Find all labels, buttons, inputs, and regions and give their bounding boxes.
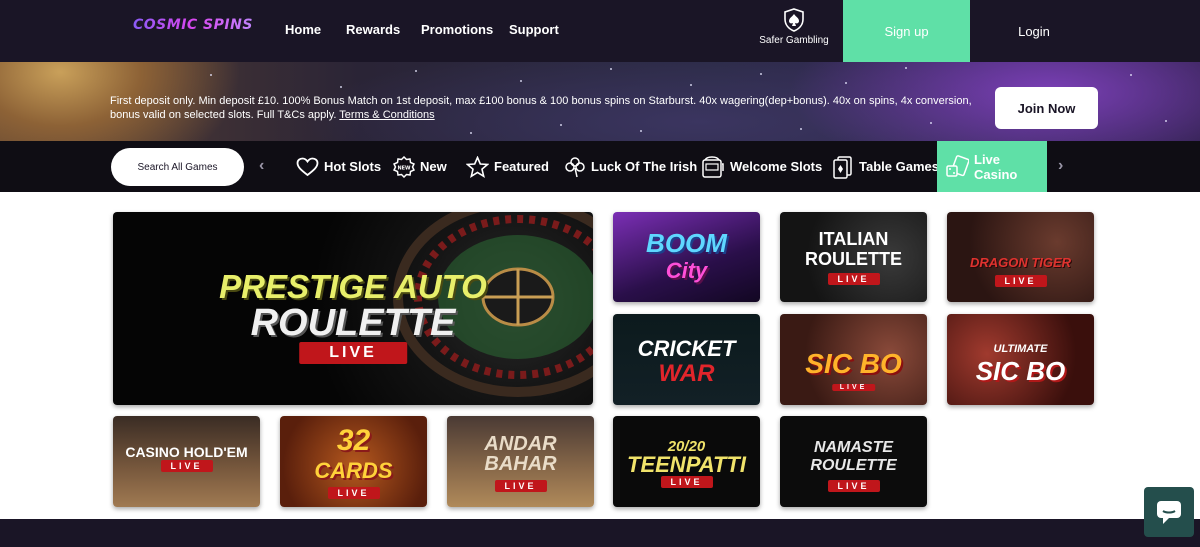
safer-gambling-label: Safer Gambling (759, 35, 829, 46)
category-hot-slots[interactable]: Hot Slots (296, 141, 381, 192)
category-new[interactable]: NEW New (393, 141, 447, 192)
game-subtitle: TEENPATTI (627, 452, 746, 477)
game-subtitle: ROULETTE (250, 302, 456, 344)
promo-terms-text: First deposit only. Min deposit £10. 100… (110, 94, 980, 122)
nav-rewards[interactable]: Rewards (346, 22, 400, 37)
game-subtitle: ROULETTE (810, 457, 897, 474)
game-title: CASINO HOLD'EM (125, 444, 248, 460)
game-tile-italian-roulette[interactable]: ITALIAN ROULETTE LIVE (780, 212, 927, 302)
nav-home[interactable]: Home (285, 22, 321, 37)
category-label: New (420, 159, 447, 174)
game-subtitle: WAR (658, 360, 715, 387)
chat-bubble-icon (1157, 501, 1181, 524)
chevron-right-icon[interactable]: › (1058, 157, 1063, 175)
heart-icon (296, 157, 319, 177)
category-table-games[interactable]: Table Games (832, 141, 939, 192)
star-icon (466, 155, 489, 178)
game-tile-ultimate-sic-bo[interactable]: ULTIMATE SIC BO (947, 314, 1094, 405)
game-subtitle: BAHAR (484, 453, 557, 475)
promo-text: First deposit only. Min deposit £10. 100… (110, 95, 972, 121)
live-badge: LIVE (827, 273, 880, 285)
game-tile-dragon-tiger[interactable]: DRAGON TIGER LIVE (947, 212, 1094, 302)
game-tile-2020-teenpatti[interactable]: 20/20 TEENPATTI LIVE (613, 416, 760, 507)
game-tile-casino-holdem[interactable]: CASINO HOLD'EM LIVE (113, 416, 260, 507)
join-now-button[interactable]: Join Now (995, 87, 1098, 129)
category-label: Featured (494, 159, 549, 174)
category-luck-of-the-irish[interactable]: Luck Of The Irish (564, 141, 697, 192)
new-badge-text: NEW (397, 165, 411, 171)
game-subtitle: City (665, 258, 708, 283)
live-badge: LIVE (494, 480, 547, 492)
game-subtitle: CARDS (314, 458, 393, 483)
game-title: BOOM (646, 228, 727, 258)
game-title: ITALIAN (818, 229, 889, 249)
safer-gambling-link[interactable]: Safer Gambling (755, 8, 833, 54)
category-live-casino[interactable]: Live Casino (937, 141, 1047, 192)
game-tile-sic-bo[interactable]: SIC BO LIVE (780, 314, 927, 405)
brand-logo[interactable]: COSMIC SPINS (133, 17, 253, 33)
chat-button[interactable] (1144, 487, 1194, 537)
category-label: Hot Slots (324, 159, 382, 174)
game-title: CRICKET (637, 336, 736, 361)
search-games-button[interactable]: Search All Games (111, 148, 244, 186)
game-subtitle: SIC BO (975, 356, 1066, 386)
site-header: COSMIC SPINS Home Rewards Promotions Sup… (0, 0, 1200, 62)
game-title: SIC BO (805, 348, 902, 379)
shield-spade-icon (784, 8, 804, 32)
category-featured[interactable]: Featured (466, 141, 549, 192)
slot-machine-icon (701, 155, 725, 179)
nav-support[interactable]: Support (509, 22, 559, 37)
promo-banner: First deposit only. Min deposit £10. 100… (0, 62, 1200, 141)
nav-promotions[interactable]: Promotions (421, 22, 493, 37)
login-button[interactable]: Login (1000, 0, 1068, 62)
terms-link[interactable]: Terms & Conditions (339, 109, 434, 121)
game-tile-32-cards[interactable]: 32 CARDS LIVE (280, 416, 427, 507)
game-title: ULTIMATE (993, 343, 1048, 355)
category-label: Live Casino (974, 151, 1018, 182)
chevron-left-icon[interactable]: ‹ (259, 157, 264, 175)
live-badge: LIVE (160, 460, 213, 472)
game-title: PRESTIGE AUTO (219, 268, 487, 305)
game-tile-prestige-auto-roulette[interactable]: PRESTIGE AUTO ROULETTE LIVE (113, 212, 593, 405)
game-tile-andar-bahar[interactable]: ANDAR BAHAR LIVE (447, 416, 594, 507)
game-title: NAMASTE (813, 439, 894, 456)
game-subtitle: ROULETTE (805, 249, 902, 269)
live-badge: LIVE (660, 476, 713, 488)
game-tile-boom-city[interactable]: BOOM City (613, 212, 760, 302)
live-badge: LIVE (994, 275, 1047, 287)
game-title: DRAGON TIGER (969, 255, 1072, 270)
game-tile-cricket-war[interactable]: CRICKET WAR (613, 314, 760, 405)
new-badge-icon: NEW (393, 155, 415, 178)
live-badge: LIVE (299, 342, 407, 364)
live-badge: LIVE (831, 384, 876, 391)
signup-button[interactable]: Sign up (843, 0, 970, 62)
live-badge: LIVE (327, 487, 380, 499)
game-tile-namaste-roulette[interactable]: NAMASTE ROULETTE LIVE (780, 416, 927, 507)
cards-icon (832, 155, 854, 179)
dice-cards-icon (945, 154, 969, 179)
clover-icon (564, 156, 586, 178)
category-bar: Search All Games ‹ Hot Slots NEW New Fea… (0, 141, 1200, 192)
game-title: 32 (336, 424, 371, 457)
live-badge: LIVE (827, 480, 880, 492)
game-title: ANDAR (484, 433, 557, 455)
footer-strip (0, 519, 1200, 547)
category-label: Table Games (859, 159, 939, 174)
category-welcome-slots[interactable]: Welcome Slots (701, 141, 822, 192)
category-label: Welcome Slots (730, 159, 823, 174)
category-label: Luck Of The Irish (591, 159, 698, 174)
